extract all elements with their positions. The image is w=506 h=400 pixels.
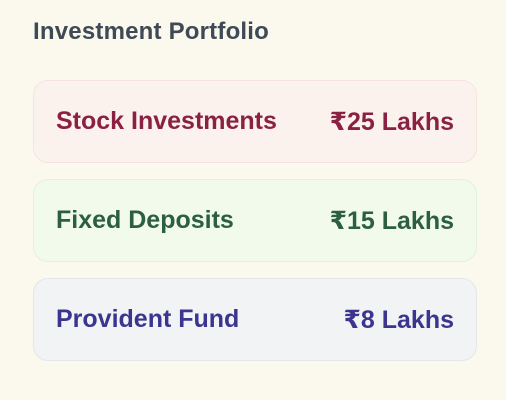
investment-portfolio-title: Investment Portfolio [33,18,270,45]
investment-name: Stock Investments [56,107,277,135]
investment-name: Fixed Deposits [56,206,234,234]
investment-amount: ₹15 Lakhs [329,206,454,235]
investment-card-provident-fund: Provident Fund ₹8 Lakhs [33,278,477,361]
investment-amount: ₹8 Lakhs [343,305,455,334]
investment-name: Provident Fund [56,305,240,333]
investment-card-fixed-deposits: Fixed Deposits ₹15 Lakhs [33,179,477,262]
investment-amount: ₹25 Lakhs [329,107,454,136]
investment-card-stock: Stock Investments ₹25 Lakhs [33,80,477,163]
